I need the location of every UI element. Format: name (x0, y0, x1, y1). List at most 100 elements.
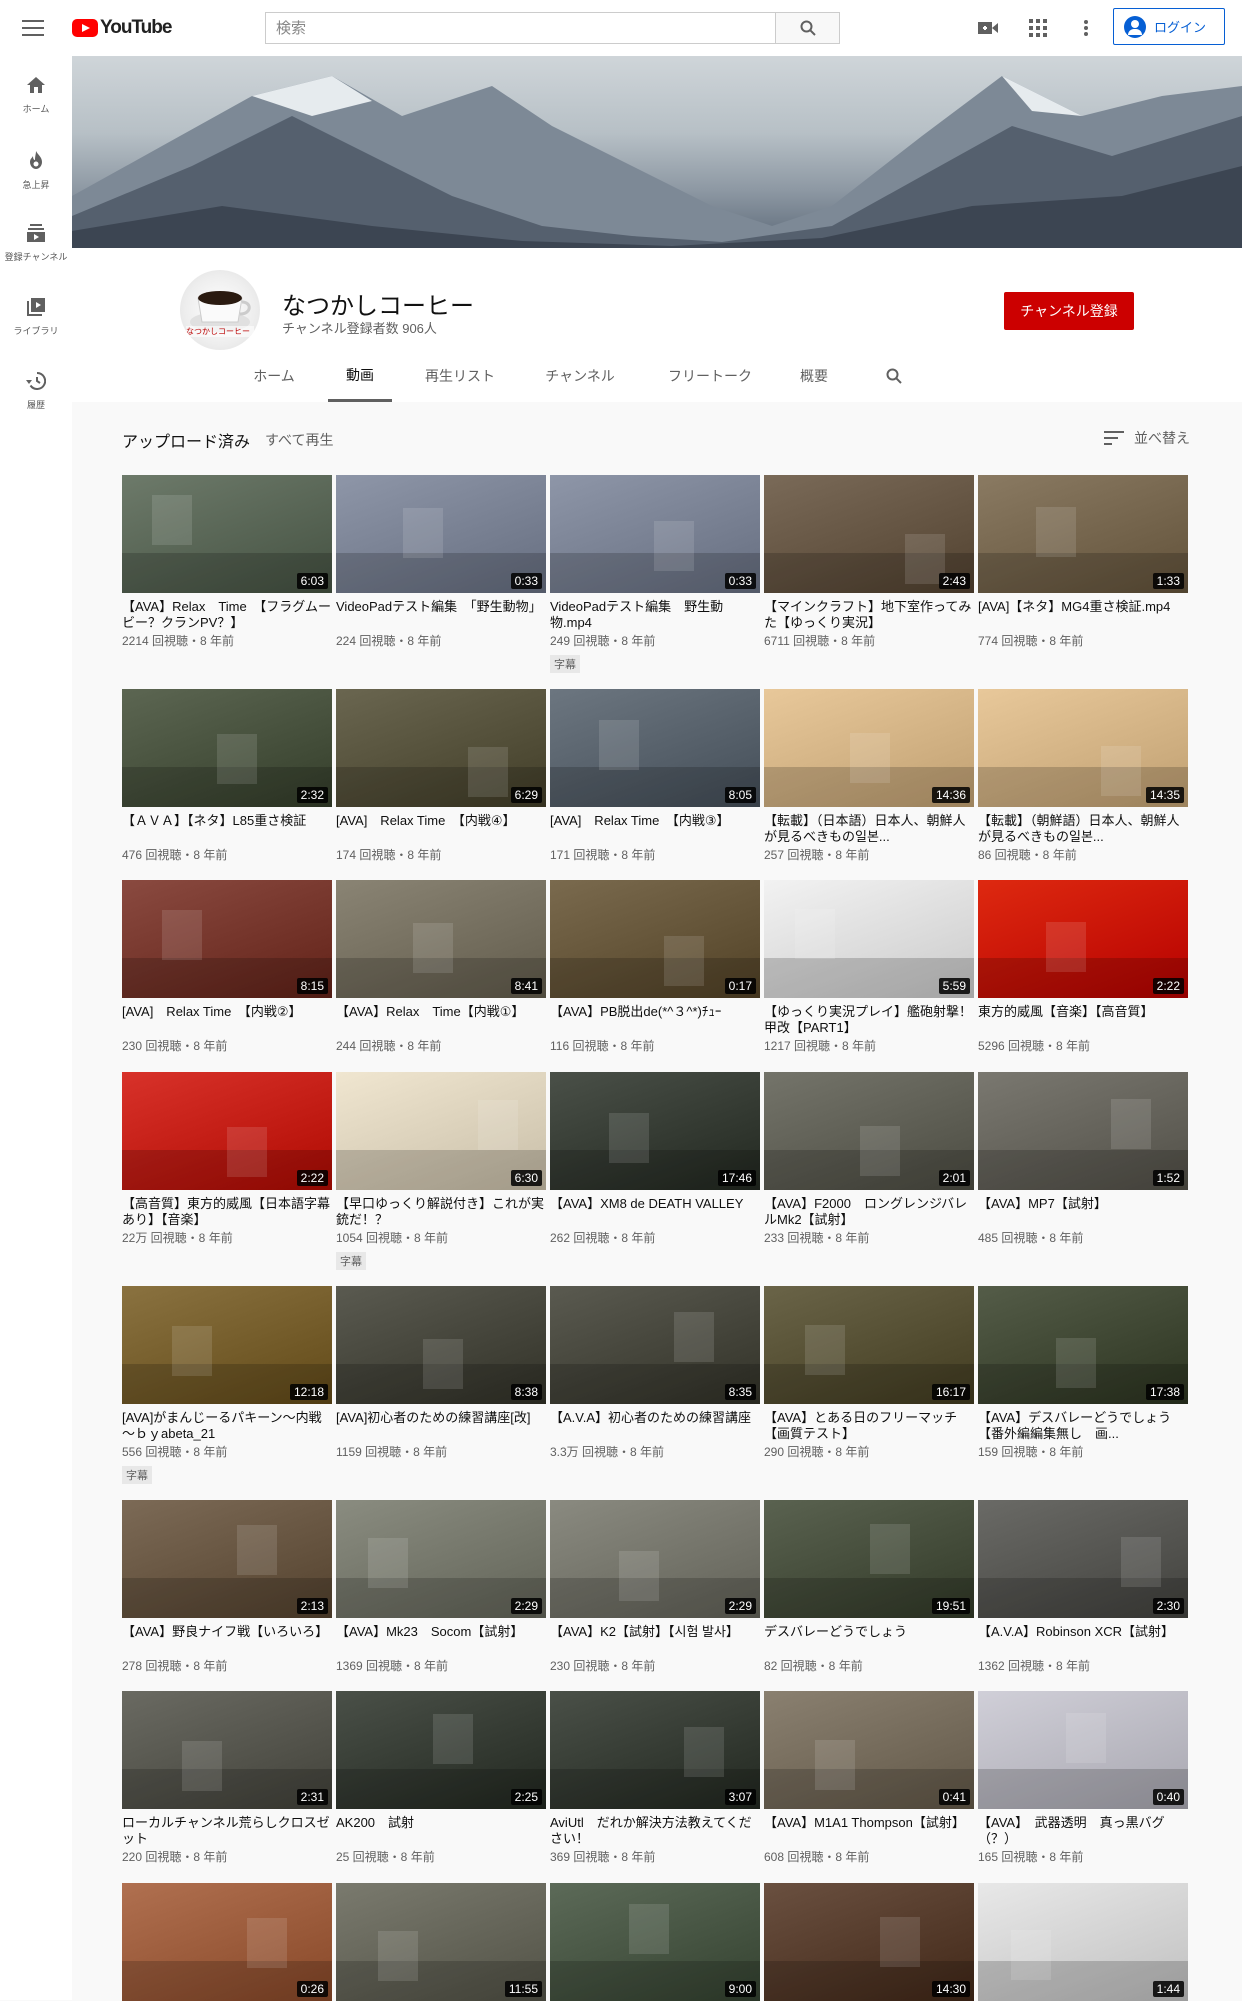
video-card[interactable]: 2:32 【ＡＶＡ】【ネタ】L85重さ検証 476 回視聴・8 年前 (122, 689, 332, 863)
video-title[interactable]: 【AVA】PB脱出de(*^３^*)ﾁｭｰ (550, 1004, 760, 1036)
video-card[interactable]: 14:35 【転載】（朝鮮語）日本人、朝鮮人が見るべきもの일본... 86 回視聴・… (978, 689, 1188, 863)
video-thumbnail[interactable]: 9:00 (550, 1883, 760, 2001)
sidebar-item-home[interactable]: ホーム (0, 56, 72, 130)
video-thumbnail[interactable]: 19:51 (764, 1500, 974, 1618)
tab-home[interactable]: ホーム (242, 350, 306, 402)
video-thumbnail[interactable]: 11:55 (336, 1883, 546, 2001)
video-thumbnail[interactable]: 0:33 (336, 475, 546, 593)
video-card[interactable]: 0:40 【AVA】 武器透明 真っ黒バグ（？） 165 回視聴・8 年前 (978, 1691, 1188, 1865)
video-thumbnail[interactable]: 3:07 (550, 1691, 760, 1809)
video-thumbnail[interactable]: 1:52 (978, 1072, 1188, 1190)
video-thumbnail[interactable]: 0:33 (550, 475, 760, 593)
video-title[interactable]: 【ＡＶＡ】【ネタ】L85重さ検証 (122, 813, 332, 845)
video-thumbnail[interactable]: 8:35 (550, 1286, 760, 1404)
video-title[interactable]: 【AVA】とある日のフリーマッチ【画質テスト】 (764, 1410, 974, 1442)
video-card[interactable]: 8:41 【AVA】Relax Time【内戦①】 244 回視聴・8 年前 (336, 880, 546, 1054)
sidebar-item-subscriptions[interactable]: 登録チャンネル (0, 204, 72, 278)
video-title[interactable]: AviUtl だれか解決方法教えてください！ (550, 1815, 760, 1847)
search-button[interactable] (775, 13, 839, 43)
video-card[interactable]: 2:13 【AVA】野良ナイフ戦【いろいろ】 278 回視聴・8 年前 (122, 1500, 332, 1674)
video-thumbnail[interactable]: 2:43 (764, 475, 974, 593)
search-input[interactable] (266, 13, 775, 43)
tab-playlists[interactable]: 再生リスト (412, 350, 508, 402)
video-title[interactable]: [AVA] Relax Time 【内戦④】 (336, 813, 546, 845)
video-title[interactable]: 【AVA】F2000 ロングレンジバレルMk2【試射】 (764, 1196, 974, 1228)
video-title[interactable]: 【AVA】Relax Time【内戦①】 (336, 1004, 546, 1036)
video-card[interactable]: 0:41 【AVA】M1A1 Thompson【試射】 608 回視聴・8 年前 (764, 1691, 974, 1865)
video-title[interactable]: ローカルチャンネル荒らしクロスゼット (122, 1815, 332, 1847)
video-card[interactable]: 0:17 【AVA】PB脱出de(*^３^*)ﾁｭｰ 116 回視聴・8 年前 (550, 880, 760, 1054)
video-card[interactable]: 1:52 【AVA】MP7【試射】 485 回視聴・8 年前 (978, 1072, 1188, 1246)
video-thumbnail[interactable]: 8:15 (122, 880, 332, 998)
sidebar-item-library[interactable]: ライブラリ (0, 278, 72, 352)
video-title[interactable]: 【AVA】Relax Time 【フラグムービー？クランPV？】 (122, 599, 332, 631)
video-card[interactable]: 3:07 AviUtl だれか解決方法教えてください！ 369 回視聴・8 年前 (550, 1691, 760, 1865)
video-title[interactable]: 【AVA】デスバレーどうでしょう【番外編編集無し 画... (978, 1410, 1188, 1442)
video-card[interactable]: 8:38 [AVA]初心者のための練習講座[改] 1159 回視聴・8 年前 (336, 1286, 546, 1460)
video-thumbnail[interactable]: 1:33 (978, 475, 1188, 593)
sidebar-item-history[interactable]: 履歴 (0, 352, 72, 426)
video-thumbnail[interactable]: 2:22 (122, 1072, 332, 1190)
video-thumbnail[interactable]: 0:41 (764, 1691, 974, 1809)
video-card[interactable]: 14:30 (764, 1883, 974, 2001)
more-options-icon[interactable] (1074, 16, 1098, 40)
video-card[interactable]: 2:29 【AVA】K2【試射】【시험 발사】 230 回視聴・8 年前 (550, 1500, 760, 1674)
video-title[interactable]: AK200 試射 (336, 1815, 546, 1847)
video-thumbnail[interactable]: 8:38 (336, 1286, 546, 1404)
video-title[interactable]: 【転載】（日本語）日本人、朝鮮人が見るべきもの일본... (764, 813, 974, 845)
video-thumbnail[interactable]: 6:29 (336, 689, 546, 807)
video-thumbnail[interactable]: 14:35 (978, 689, 1188, 807)
video-card[interactable]: 0:33 VideoPadテスト編集 「野生動物」 224 回視聴・8 年前 (336, 475, 546, 649)
video-card[interactable]: 1:44 (978, 1883, 1188, 2001)
video-thumbnail[interactable]: 0:17 (550, 880, 760, 998)
video-thumbnail[interactable]: 2:25 (336, 1691, 546, 1809)
login-button[interactable]: ログイン (1113, 8, 1225, 45)
video-thumbnail[interactable]: 0:26 (122, 1883, 332, 2001)
video-thumbnail[interactable]: 1:44 (978, 1883, 1188, 2001)
video-thumbnail[interactable]: 17:46 (550, 1072, 760, 1190)
play-all-link[interactable]: すべて再生 (265, 430, 333, 450)
video-card[interactable]: 17:46 【AVA】XM8 de DEATH VALLEY 262 回視聴・8 年… (550, 1072, 760, 1246)
video-title[interactable]: [AVA]がまんじーるパキーン～内戦～ｂｙabeta_21 (122, 1410, 332, 1442)
video-thumbnail[interactable]: 17:38 (978, 1286, 1188, 1404)
video-card[interactable]: 6:03 【AVA】Relax Time 【フラグムービー？クランPV？】 2214… (122, 475, 332, 649)
video-thumbnail[interactable]: 2:32 (122, 689, 332, 807)
video-card[interactable]: 0:26 (122, 1883, 332, 2001)
video-title[interactable]: 【早口ゆっくり解説付き】これが実銃だ！？ (336, 1196, 546, 1228)
video-card[interactable]: 2:31 ローカルチャンネル荒らしクロスゼット 220 回視聴・8 年前 (122, 1691, 332, 1865)
video-title[interactable]: 【AVA】M1A1 Thompson【試射】 (764, 1815, 974, 1847)
video-card[interactable]: 6:29 [AVA] Relax Time 【内戦④】 174 回視聴・8 年前 (336, 689, 546, 863)
video-title[interactable]: [AVA]初心者のための練習講座[改] (336, 1410, 546, 1442)
video-thumbnail[interactable]: 2:29 (336, 1500, 546, 1618)
video-card[interactable]: 19:51 デスバレーどうでしょう 82 回視聴・8 年前 (764, 1500, 974, 1674)
video-card[interactable]: 2:29 【AVA】Mk23 Socom【試射】 1369 回視聴・8 年前 (336, 1500, 546, 1674)
menu-icon[interactable] (22, 17, 44, 39)
video-card[interactable]: 2:22 【高音質】東方的威風【日本語字幕あり】【音楽】 22万 回視聴・8 年前 (122, 1072, 332, 1246)
video-title[interactable]: 【A.V.A】初心者のための練習講座 (550, 1410, 760, 1442)
video-title[interactable]: 【マインクラフト】地下室作ってみた【ゆっくり実況】 (764, 599, 974, 631)
video-thumbnail[interactable]: 14:36 (764, 689, 974, 807)
video-card[interactable]: 2:30 【A.V.A】Robinson XCR【試射】 1362 回視聴・8 年前 (978, 1500, 1188, 1674)
video-thumbnail[interactable]: 6:30 (336, 1072, 546, 1190)
video-thumbnail[interactable]: 2:01 (764, 1072, 974, 1190)
subscribe-button[interactable]: チャンネル登録 (1004, 292, 1134, 330)
video-title[interactable]: 【A.V.A】Robinson XCR【試射】 (978, 1624, 1188, 1656)
video-thumbnail[interactable]: 14:30 (764, 1883, 974, 2001)
video-card[interactable]: 0:33 VideoPadテスト編集 野生動物.mp4 249 回視聴・8 年前 字幕 (550, 475, 760, 673)
video-card[interactable]: 9:00 (550, 1883, 760, 2001)
video-title[interactable]: 【AVA】XM8 de DEATH VALLEY (550, 1196, 760, 1228)
video-title[interactable]: 【ゆっくり実況プレイ】艦砲射撃！甲改【PART1】 (764, 1004, 974, 1036)
video-title[interactable]: 【AVA】Mk23 Socom【試射】 (336, 1624, 546, 1656)
video-title[interactable]: 【AVA】野良ナイフ戦【いろいろ】 (122, 1624, 332, 1656)
video-thumbnail[interactable]: 8:05 (550, 689, 760, 807)
video-thumbnail[interactable]: 6:03 (122, 475, 332, 593)
video-title[interactable]: 【AVA】 武器透明 真っ黒バグ（？） (978, 1815, 1188, 1847)
sidebar-item-trending[interactable]: 急上昇 (0, 130, 72, 204)
video-thumbnail[interactable]: 0:40 (978, 1691, 1188, 1809)
video-thumbnail[interactable]: 16:17 (764, 1286, 974, 1404)
video-title[interactable]: デスバレーどうでしょう (764, 1624, 974, 1656)
video-card[interactable]: 2:25 AK200 試射 25 回視聴・8 年前 (336, 1691, 546, 1865)
video-title[interactable]: [AVA]【ネタ】MG4重さ検証.mp4 (978, 599, 1188, 631)
video-title[interactable]: 東方的威風【音楽】【高音質】 (978, 1004, 1188, 1036)
video-title[interactable]: VideoPadテスト編集 野生動物.mp4 (550, 599, 760, 631)
